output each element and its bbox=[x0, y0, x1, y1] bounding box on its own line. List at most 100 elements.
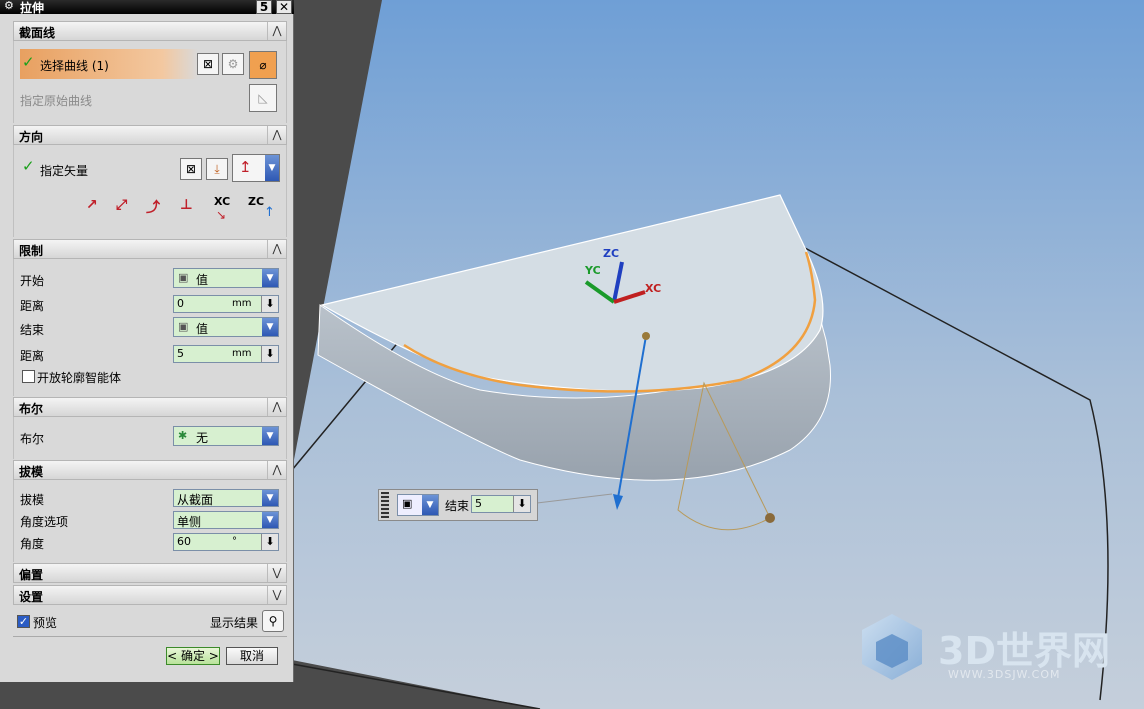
zc-arrow-icon: ↑ bbox=[264, 205, 275, 220]
start-distance-label: 距离 bbox=[20, 299, 45, 313]
check-icon: ✓ bbox=[22, 157, 35, 175]
cancel-button[interactable]: 取消 bbox=[226, 647, 278, 665]
angle-unit: ° bbox=[232, 536, 237, 547]
start-distance-field[interactable]: 0 mm ⬇ bbox=[173, 295, 279, 313]
offset-title: 偏置 bbox=[19, 568, 44, 582]
limits-body: 开始 ▣ 值 ▼ 距离 0 mm ⬇ 结束 ▣ 值 ▼ 距离 5 mm ⬇ 开放… bbox=[13, 259, 287, 396]
floating-end-input[interactable]: ▣ ▼ 结束 5 ⬇ bbox=[378, 489, 538, 521]
boolean-header[interactable]: 布尔 ⋀ bbox=[13, 397, 287, 417]
end-label: 结束 bbox=[20, 323, 45, 337]
preview-checkbox[interactable]: ✓ bbox=[17, 615, 30, 628]
sketch-section-icon[interactable]: ⚙ bbox=[222, 53, 244, 75]
direction-header[interactable]: 方向 ⋀ bbox=[13, 125, 287, 145]
watermark-brand: 3D世界网 bbox=[938, 629, 1110, 673]
angle-option-value: 单侧 bbox=[177, 515, 202, 529]
reverse-direction-icon[interactable]: ⊠ bbox=[180, 158, 202, 180]
start-distance-unit: mm bbox=[232, 298, 252, 309]
step-down-icon[interactable]: ⬇ bbox=[261, 534, 278, 550]
select-curve-label: 选择曲线 (1) bbox=[40, 59, 109, 73]
section-curve-body: ✓ 选择曲线 (1) ⊠ ⚙ ⌀ 指定原始曲线 ◺ bbox=[13, 41, 287, 123]
two-points-icon[interactable]: ⤢ bbox=[116, 197, 127, 213]
specify-origin-label: 指定原始曲线 bbox=[20, 94, 93, 108]
preview-label: 预览 bbox=[33, 616, 58, 630]
end-handle bbox=[765, 513, 775, 523]
boolean-select[interactable]: ✱ 无 ▼ bbox=[173, 426, 279, 446]
xc-label: XC bbox=[645, 282, 661, 295]
gear-icon[interactable]: ⚙ bbox=[4, 0, 14, 12]
show-result-label: 显示结果 bbox=[210, 616, 259, 630]
draft-body: 拔模 从截面 ▼ 角度选项 单侧 ▼ 角度 60 ° ⬇ bbox=[13, 480, 287, 562]
end-type-select[interactable]: ▣ ▼ bbox=[397, 494, 439, 516]
reset-button[interactable]: 5 bbox=[256, 0, 272, 14]
dropdown-arrow-icon[interactable]: ▼ bbox=[262, 490, 278, 506]
angle-field[interactable]: 60 ° ⬇ bbox=[173, 533, 279, 551]
limits-title: 限制 bbox=[19, 244, 44, 258]
tangent-curve-icon[interactable]: ⤴ bbox=[146, 197, 160, 217]
limits-header[interactable]: 限制 ⋀ bbox=[13, 239, 287, 259]
collapse-icon[interactable]: ⋀ bbox=[267, 240, 286, 258]
face-normal-icon[interactable]: ⊥ bbox=[180, 197, 193, 213]
section-curve-header[interactable]: 截面线 ⋀ bbox=[13, 21, 287, 41]
expand-icon[interactable]: ⋁ bbox=[267, 564, 286, 582]
angle-value: 60 bbox=[177, 535, 191, 548]
magnifier-icon[interactable]: ⚲ bbox=[262, 610, 284, 632]
curve-select-icon[interactable]: ⌀ bbox=[249, 51, 277, 79]
expand-icon[interactable]: ⋁ bbox=[267, 586, 286, 604]
floating-end-label: 结束 bbox=[445, 499, 470, 513]
offset-header[interactable]: 偏置 ⋁ bbox=[13, 563, 287, 583]
step-down-icon[interactable]: ⬇ bbox=[261, 296, 278, 312]
dialog-titlebar[interactable]: ⚙ 拉伸 5 ✕ bbox=[0, 0, 294, 15]
dropdown-arrow-icon[interactable]: ▼ bbox=[262, 512, 278, 528]
dropdown-arrow-icon[interactable]: ▼ bbox=[262, 269, 278, 287]
value-cube-icon: ▣ bbox=[178, 271, 189, 284]
dropdown-arrow-icon[interactable]: ▼ bbox=[265, 155, 279, 181]
settings-header[interactable]: 设置 ⋁ bbox=[13, 585, 287, 605]
end-distance-unit: mm bbox=[232, 348, 252, 359]
vector-dialog-icon[interactable]: ⤓ bbox=[206, 158, 228, 180]
draft-header[interactable]: 拔模 ⋀ bbox=[13, 460, 287, 480]
dropdown-arrow-icon[interactable]: ▼ bbox=[422, 495, 438, 515]
collapse-icon[interactable]: ⋀ bbox=[267, 22, 286, 40]
origin-curve-icon[interactable]: ◺ bbox=[249, 84, 277, 112]
step-down-icon[interactable]: ⬇ bbox=[513, 496, 530, 512]
section-curve-title: 截面线 bbox=[19, 26, 56, 40]
collapse-icon[interactable]: ⋀ bbox=[267, 126, 286, 144]
inferred-vector-icon[interactable]: ↗ bbox=[86, 197, 98, 213]
vector-type-select[interactable]: ↥ ▼ bbox=[232, 154, 280, 182]
vector-arrow-icon: ↥ bbox=[239, 158, 252, 176]
dialog-title: 拉伸 bbox=[20, 1, 45, 15]
boolean-value: 无 bbox=[196, 431, 209, 445]
start-type-value: 值 bbox=[196, 273, 209, 287]
end-distance-field[interactable]: 5 mm ⬇ bbox=[173, 345, 279, 363]
zc-axis-option[interactable]: ZC bbox=[248, 195, 264, 208]
select-curve-row[interactable]: ✓ 选择曲线 (1) bbox=[20, 49, 198, 79]
floating-end-field[interactable]: 5 ⬇ bbox=[471, 495, 531, 513]
step-down-icon[interactable]: ⬇ bbox=[261, 346, 278, 362]
dropdown-arrow-icon[interactable]: ▼ bbox=[262, 318, 278, 336]
check-icon: ✓ bbox=[22, 53, 35, 71]
direction-title: 方向 bbox=[19, 130, 44, 144]
collapse-icon[interactable]: ⋀ bbox=[267, 461, 286, 479]
value-cube-icon: ▣ bbox=[178, 320, 189, 333]
floating-end-value: 5 bbox=[475, 497, 482, 510]
direction-body: ✓ 指定矢量 ⊠ ⤓ ↥ ▼ ↗ ⤢ ⤴ ⊥ XC ZC ↘ ↑ bbox=[13, 145, 287, 237]
start-label: 开始 bbox=[20, 274, 45, 288]
xc-axis-option[interactable]: XC bbox=[214, 195, 230, 208]
close-button[interactable]: ✕ bbox=[276, 0, 292, 14]
drag-handle[interactable] bbox=[381, 492, 389, 518]
dropdown-arrow-icon[interactable]: ▼ bbox=[262, 427, 278, 445]
draft-select[interactable]: 从截面 ▼ bbox=[173, 489, 279, 507]
ok-button[interactable]: < 确定 > bbox=[166, 647, 220, 665]
settings-title: 设置 bbox=[19, 590, 44, 604]
open-profile-checkbox[interactable] bbox=[22, 370, 35, 383]
value-cube-icon: ▣ bbox=[402, 497, 413, 510]
yc-label: YC bbox=[584, 264, 601, 277]
watermark-cube-icon bbox=[862, 614, 922, 680]
end-distance-value: 5 bbox=[177, 347, 184, 360]
open-profile-label: 开放轮廓智能体 bbox=[37, 371, 122, 385]
start-type-select[interactable]: ▣ 值 ▼ bbox=[173, 268, 279, 288]
collapse-icon[interactable]: ⋀ bbox=[267, 398, 286, 416]
angle-option-select[interactable]: 单侧 ▼ bbox=[173, 511, 279, 529]
deselect-icon[interactable]: ⊠ bbox=[197, 53, 219, 75]
end-type-select[interactable]: ▣ 值 ▼ bbox=[173, 317, 279, 337]
